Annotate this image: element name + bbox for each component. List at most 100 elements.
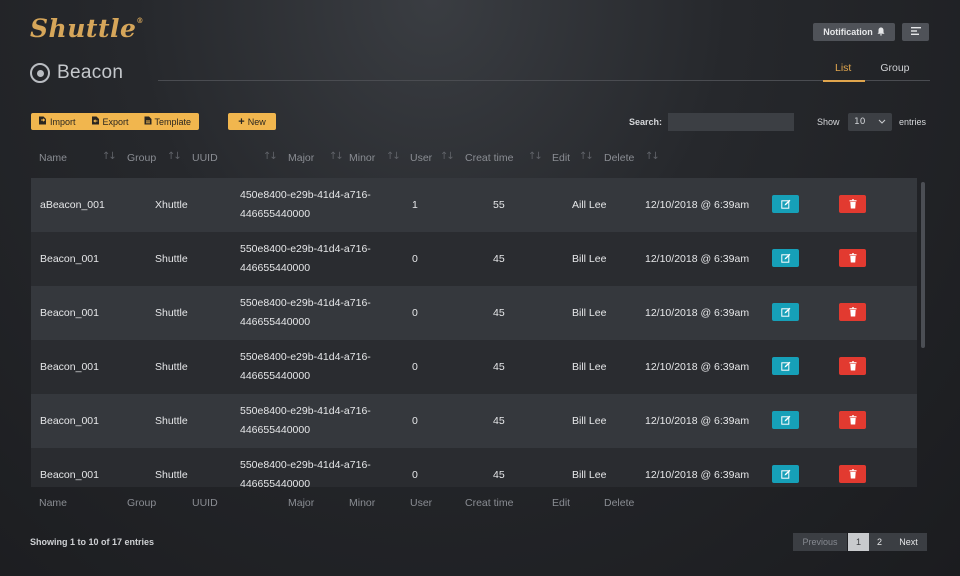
footer-col-group: Group [127,497,157,509]
delete-button[interactable] [839,249,866,267]
trash-icon [848,253,858,263]
col-header-group[interactable]: Group [127,152,156,164]
table-row: Beacon_001 Shuttle 550e8400-e29b-41d4-a716… [31,232,917,286]
shuttle-logo: Shuttle® [30,14,144,43]
col-header-minor[interactable]: Minor [349,152,375,164]
sort-icon[interactable]: ↑↓ [645,151,660,162]
edit-button[interactable] [772,249,799,267]
cell-time: 12/10/2018 @ 6:39am [645,415,750,427]
edit-icon [780,415,791,425]
cell-uuid-line2: 446655440000 [240,478,311,487]
table-row: Beacon_001 Shuttle 550e8400-e29b-41d4-a716… [31,340,917,394]
menu-button[interactable] [902,23,929,41]
table-row: Beacon_001 Shuttle 550e8400-e29b-41d4-a716… [31,286,917,340]
cell-uuid: 550e8400-e29b-41d4-a716- 446655440000 [240,240,371,278]
menu-icon [910,26,921,38]
col-header-delete[interactable]: Delete [604,152,634,164]
cell-uuid-line2: 446655440000 [240,370,311,382]
table-row: Beacon_001 Shuttle 550e8400-e29b-41d4-a716… [31,394,917,448]
table-scrollbar[interactable] [921,182,925,348]
template-label: Template [154,116,192,127]
pagination-page-1[interactable]: 1 [848,533,869,551]
trash-icon [848,361,858,371]
tab-list[interactable]: List [823,62,866,82]
cell-uuid-line2: 446655440000 [240,208,311,220]
template-button[interactable]: Template [137,113,200,130]
pagination-next[interactable]: Next [890,533,927,551]
footer-col-creat-time: Creat time [465,497,514,509]
edit-icon [780,199,791,209]
col-header-creat-time[interactable]: Creat time [465,152,513,164]
cell-time: 12/10/2018 @ 6:39am [645,361,750,373]
cell-uuid-line2: 446655440000 [240,262,311,274]
col-header-name[interactable]: Name [39,152,67,164]
sort-icon[interactable]: ↑↓ [167,151,182,162]
sort-icon[interactable]: ↑↓ [386,151,401,162]
export-label: Export [102,116,129,127]
trash-icon [848,307,858,317]
cell-major: 0 [412,469,418,481]
cell-name: Beacon_001 [40,253,99,265]
trash-icon [848,469,858,479]
notification-button[interactable]: Notification [813,23,895,41]
delete-button[interactable] [839,195,866,213]
sort-icon[interactable]: ↑↓ [579,151,594,162]
col-header-major[interactable]: Major [288,152,314,164]
cell-major: 0 [412,361,418,373]
edit-button[interactable] [772,465,799,483]
delete-button[interactable] [839,465,866,483]
edit-icon [780,307,791,317]
entries-select[interactable]: 10 [848,113,892,131]
cell-name: aBeacon_001 [40,199,105,211]
cell-user: Bill Lee [572,253,607,265]
cell-minor: 45 [493,415,505,427]
new-button[interactable]: + New [228,113,276,130]
cell-user: Bill Lee [572,415,607,427]
pagination-previous[interactable]: Previous [793,533,847,551]
pagination-page-2[interactable]: 2 [869,533,890,551]
col-header-user[interactable]: User [410,152,432,164]
cell-uuid: 450e8400-e29b-41d4-a716- 446655440000 [240,186,371,224]
cell-uuid-line2: 446655440000 [240,316,311,328]
delete-button[interactable] [839,411,866,429]
cell-group: Xhuttle [155,199,188,211]
edit-button[interactable] [772,195,799,213]
sort-icon[interactable]: ↑↓ [102,151,117,162]
page-title: Beacon [57,62,124,83]
cell-uuid-line2: 446655440000 [240,424,311,436]
col-header-edit[interactable]: Edit [552,152,570,164]
sort-icon[interactable]: ↑↓ [440,151,455,162]
delete-button[interactable] [839,357,866,375]
cell-uuid: 550e8400-e29b-41d4-a716- 446655440000 [240,294,371,332]
export-button[interactable]: Export [84,113,137,130]
cell-minor: 45 [493,469,505,481]
footer-col-edit: Edit [552,497,571,509]
footer-col-name: Name [39,497,68,509]
view-tabs: List Group [823,62,918,82]
cell-uuid-line1: 550e8400-e29b-41d4-a716- [240,351,371,363]
cell-uuid: 550e8400-e29b-41d4-a716- 446655440000 [240,348,371,386]
cell-uuid-line1: 550e8400-e29b-41d4-a716- [240,297,371,309]
sort-icon[interactable]: ↑↓ [329,151,344,162]
cell-name: Beacon_001 [40,307,99,319]
tab-group[interactable]: Group [865,62,917,82]
edit-button[interactable] [772,411,799,429]
sort-icon[interactable]: ↑↓ [263,151,278,162]
sort-icon[interactable]: ↑↓ [528,151,543,162]
edit-button[interactable] [772,357,799,375]
delete-button[interactable] [839,303,866,321]
import-label: Import [50,116,76,127]
cell-major: 0 [412,253,418,265]
col-header-uuid[interactable]: UUID [192,152,218,164]
footer-col-delete: Delete [604,497,635,509]
entries-label: entries [899,117,927,127]
template-icon [144,116,152,127]
search-input[interactable] [668,113,794,131]
edit-button[interactable] [772,303,799,321]
cell-uuid-line1: 550e8400-e29b-41d4-a716- [240,459,371,471]
beacon-icon [30,63,50,83]
cell-minor: 45 [493,253,505,265]
cell-major: 1 [412,199,418,211]
import-button[interactable]: Import [31,113,84,130]
trash-icon [848,415,858,425]
